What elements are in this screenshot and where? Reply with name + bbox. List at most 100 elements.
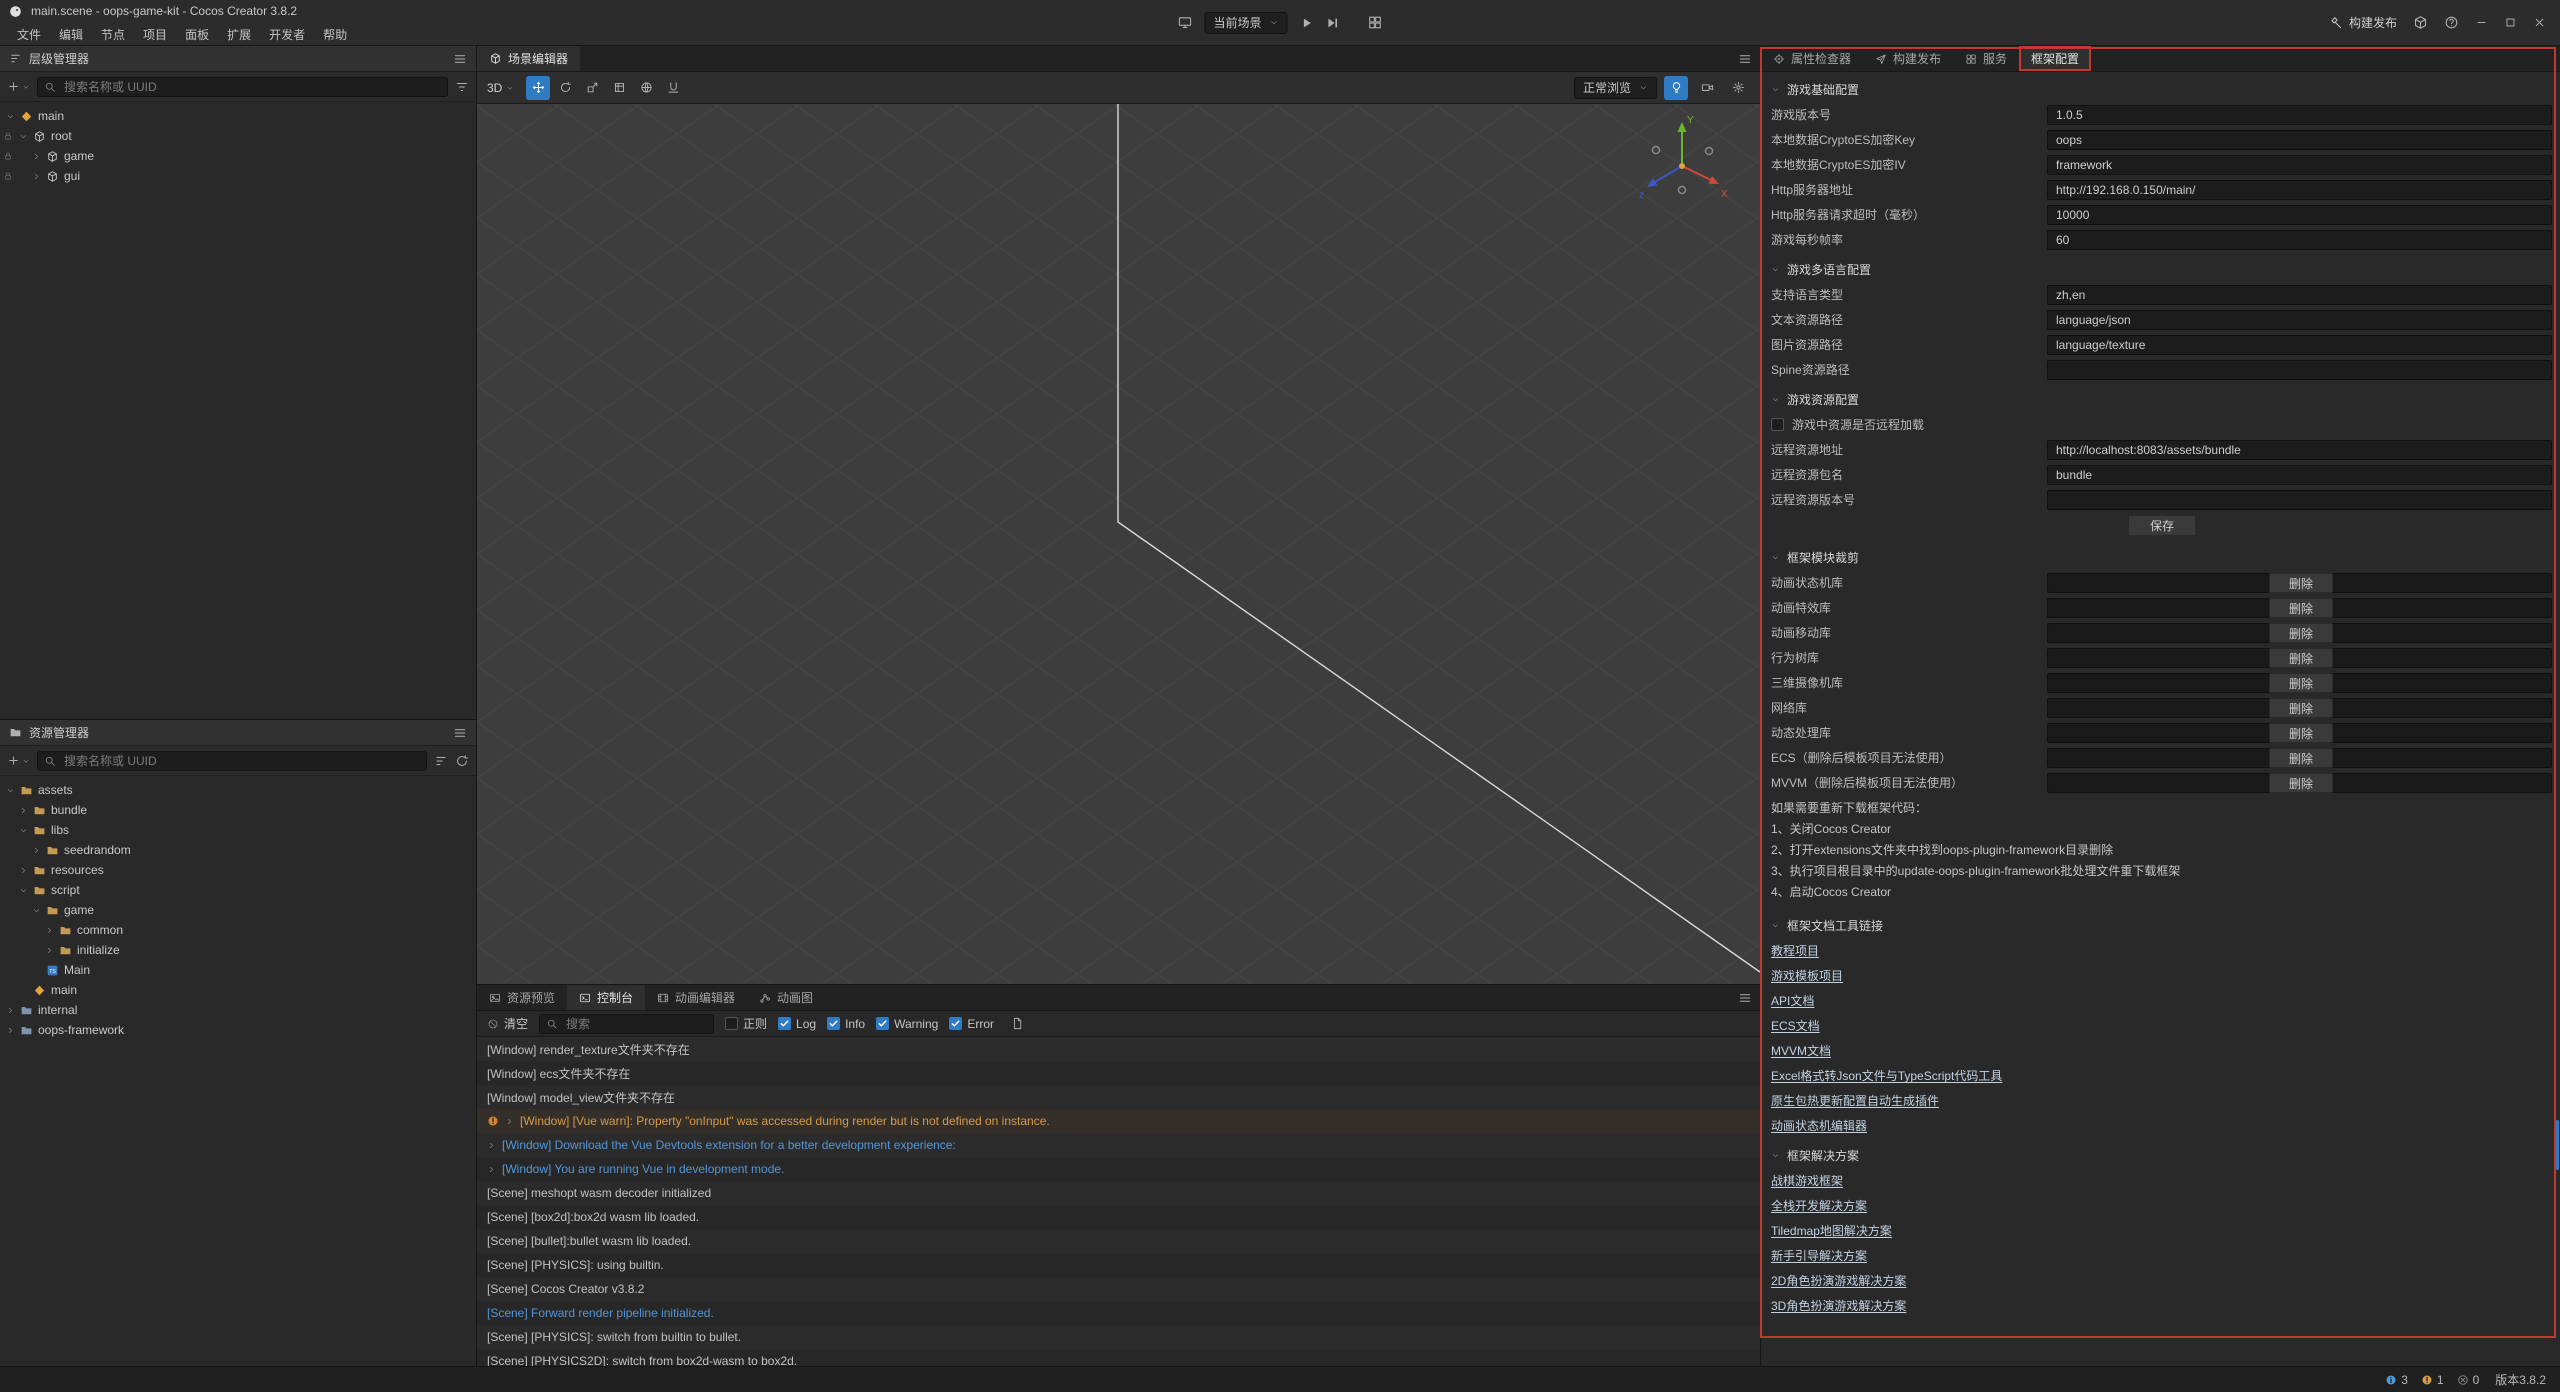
delete-button[interactable]: 删除 xyxy=(2269,748,2333,768)
doc-link[interactable]: 新手引导解决方案 xyxy=(1771,1247,1867,1264)
doc-link[interactable]: MVVM文档 xyxy=(1771,1042,1831,1059)
log-entry[interactable]: [Window] model_view文件夹不存在 xyxy=(477,1085,1760,1109)
console-search-input[interactable] xyxy=(564,1016,707,1032)
regex-checkbox[interactable] xyxy=(725,1017,738,1030)
filter-log[interactable]: Log xyxy=(778,1017,816,1031)
view-gizmo[interactable]: Y X z xyxy=(1627,108,1737,218)
doc-link[interactable]: Tiledmap地图解决方案 xyxy=(1771,1222,1892,1239)
hierarchy-node[interactable]: root xyxy=(0,126,476,146)
expand-arrow-icon[interactable] xyxy=(19,806,28,815)
filter-checkbox[interactable] xyxy=(876,1017,889,1030)
tool-scale-button[interactable] xyxy=(580,76,604,100)
log-entry[interactable]: [Scene] meshopt wasm decoder initialized xyxy=(477,1181,1760,1205)
hierarchy-node[interactable]: game xyxy=(0,146,476,166)
collapse-arrow-icon[interactable] xyxy=(32,906,41,915)
expand-arrow-icon[interactable] xyxy=(487,1141,496,1150)
assets-refresh-icon[interactable] xyxy=(455,754,469,768)
collapse-arrow-icon[interactable] xyxy=(19,132,28,141)
layout-button[interactable] xyxy=(1368,15,1383,30)
asset-node[interactable]: common xyxy=(0,920,476,940)
status-error-count[interactable]: 0 xyxy=(2457,1373,2480,1387)
field-input[interactable] xyxy=(2047,230,2552,250)
section-header[interactable]: 框架文档工具链接 xyxy=(1761,912,2560,938)
expand-arrow-icon[interactable] xyxy=(6,1026,15,1035)
section-header[interactable]: 游戏多语言配置 xyxy=(1761,256,2560,282)
remote-load-checkbox[interactable] xyxy=(1771,418,1784,431)
lock-icon[interactable] xyxy=(3,131,13,141)
hierarchy-node[interactable]: gui xyxy=(0,166,476,186)
doc-link[interactable]: 教程项目 xyxy=(1771,942,1819,959)
field-input[interactable] xyxy=(2047,130,2552,150)
menu-item[interactable]: 面板 xyxy=(176,22,218,46)
asset-node[interactable]: script xyxy=(0,880,476,900)
assets-search-input[interactable] xyxy=(62,753,420,769)
collapse-arrow-icon[interactable] xyxy=(6,112,15,121)
tool-world-button[interactable] xyxy=(634,76,658,100)
projection-toggle[interactable]: 3D xyxy=(487,81,514,95)
package-icon[interactable] xyxy=(2413,15,2428,30)
console-tab[interactable]: 动画图 xyxy=(747,985,825,1010)
create-node-button[interactable] xyxy=(7,80,30,93)
log-entry[interactable]: [Scene] [PHYSICS]: switch from builtin t… xyxy=(477,1325,1760,1349)
scene-settings-button[interactable] xyxy=(1726,76,1750,100)
field-input[interactable] xyxy=(2047,335,2552,355)
delete-button[interactable]: 删除 xyxy=(2269,573,2333,593)
doc-link[interactable]: Excel格式转Json文件与TypeScript代码工具 xyxy=(1771,1067,2002,1084)
field-input[interactable] xyxy=(2047,360,2552,380)
tool-rotate-button[interactable] xyxy=(553,76,577,100)
hierarchy-search-input[interactable] xyxy=(62,79,441,95)
console-export-icon[interactable] xyxy=(1011,1017,1024,1030)
filter-checkbox[interactable] xyxy=(827,1017,840,1030)
expand-arrow-icon[interactable] xyxy=(32,152,41,161)
log-entry[interactable]: [Scene] [PHYSICS]: using builtin. xyxy=(477,1253,1760,1277)
menu-item[interactable]: 节点 xyxy=(92,22,134,46)
expand-arrow-icon[interactable] xyxy=(45,946,54,955)
inspector-tab[interactable]: 属性检查器 xyxy=(1761,46,1863,71)
expand-arrow-icon[interactable] xyxy=(6,1006,15,1015)
log-entry[interactable]: [Window] Download the Vue Devtools exten… xyxy=(477,1133,1760,1157)
scene-light-toggle[interactable] xyxy=(1664,76,1688,100)
save-button[interactable]: 保存 xyxy=(2128,515,2196,536)
scene-camera-button[interactable] xyxy=(1695,76,1719,100)
field-input[interactable] xyxy=(2047,205,2552,225)
tool-move-button[interactable] xyxy=(526,76,550,100)
hierarchy-search[interactable] xyxy=(37,77,448,97)
hierarchy-menu-icon[interactable] xyxy=(453,52,467,66)
doc-link[interactable]: 战棋游戏框架 xyxy=(1771,1172,1843,1189)
assets-menu-icon[interactable] xyxy=(453,726,467,740)
collapse-arrow-icon[interactable] xyxy=(6,786,15,795)
scene-menu-icon[interactable] xyxy=(1738,52,1752,66)
asset-node[interactable]: bundle xyxy=(0,800,476,820)
scene-dropdown[interactable]: 当前场景 xyxy=(1204,12,1287,34)
expand-arrow-icon[interactable] xyxy=(505,1117,514,1126)
create-asset-button[interactable] xyxy=(7,754,30,767)
status-info-count[interactable]: 3 xyxy=(2385,1373,2408,1387)
expand-arrow-icon[interactable] xyxy=(32,172,41,181)
help-icon[interactable] xyxy=(2444,15,2459,30)
hierarchy-node[interactable]: main xyxy=(0,106,476,126)
field-input[interactable] xyxy=(2047,180,2552,200)
view-mode-dropdown[interactable]: 正常浏览 xyxy=(1574,77,1657,99)
menu-item[interactable]: 扩展 xyxy=(218,22,260,46)
log-entry[interactable]: [Scene] Forward render pipeline initiali… xyxy=(477,1301,1760,1325)
console-menu-icon[interactable] xyxy=(1738,991,1752,1005)
menu-item[interactable]: 开发者 xyxy=(260,22,314,46)
inspector-tab[interactable]: 服务 xyxy=(1953,46,2019,71)
delete-button[interactable]: 删除 xyxy=(2269,773,2333,793)
delete-button[interactable]: 删除 xyxy=(2269,698,2333,718)
status-warn-count[interactable]: 1 xyxy=(2421,1373,2444,1387)
menu-item[interactable]: 文件 xyxy=(8,22,50,46)
menu-item[interactable]: 帮助 xyxy=(314,22,356,46)
assets-search[interactable] xyxy=(37,751,427,771)
section-header[interactable]: 游戏基础配置 xyxy=(1761,76,2560,102)
log-entry[interactable]: [Scene] [bullet]:bullet wasm lib loaded. xyxy=(477,1229,1760,1253)
delete-button[interactable]: 删除 xyxy=(2269,623,2333,643)
field-input[interactable] xyxy=(2047,285,2552,305)
doc-link[interactable]: 全栈开发解决方案 xyxy=(1771,1197,1867,1214)
log-entry[interactable]: [Scene] [PHYSICS2D]: switch from box2d-w… xyxy=(477,1349,1760,1366)
menu-item[interactable]: 编辑 xyxy=(50,22,92,46)
expand-arrow-icon[interactable] xyxy=(487,1165,496,1174)
hierarchy-filter-icon[interactable] xyxy=(455,80,469,94)
section-header[interactable]: 框架模块裁剪 xyxy=(1761,544,2560,570)
scene-viewport[interactable]: Y X z xyxy=(477,104,1760,984)
